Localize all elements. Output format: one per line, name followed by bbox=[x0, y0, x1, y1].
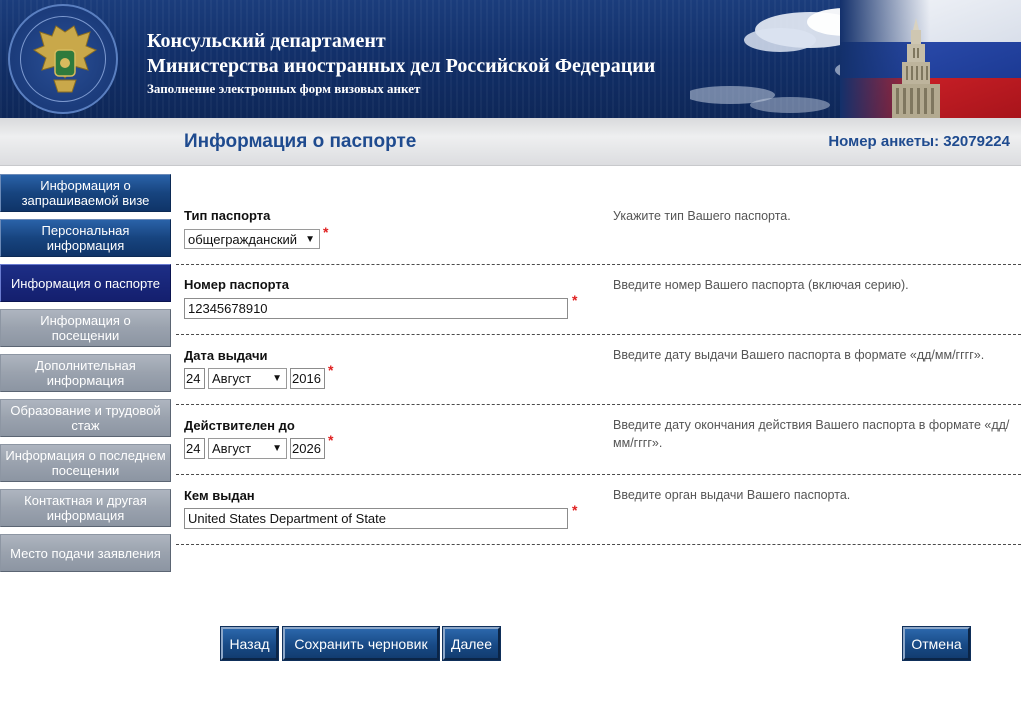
row-passport-number: Номер паспорта 12345678910 * Введите ном… bbox=[176, 265, 1021, 335]
row-expiry-date: Действителен до 24 Август ▼ 2026 * Введи… bbox=[176, 405, 1021, 475]
issue-day-input[interactable]: 24 bbox=[184, 368, 205, 389]
cancel-button[interactable]: Отмена bbox=[902, 626, 971, 661]
expiry-date-label: Действителен до bbox=[184, 418, 295, 433]
application-number: Номер анкеты: 32079224 bbox=[828, 133, 1010, 150]
sidebar-nav: Информация о запрашиваемой визе Персонал… bbox=[0, 174, 172, 579]
passport-type-value: общегражданский bbox=[188, 232, 298, 247]
sidebar-item-label: Информация о запрашиваемой визе bbox=[21, 178, 150, 208]
passport-number-hint: Введите номер Вашего паспорта (включая с… bbox=[613, 278, 909, 292]
sidebar-item-label: Образование и трудовой стаж bbox=[10, 403, 161, 433]
passport-number-label: Номер паспорта bbox=[184, 277, 290, 292]
sidebar-item-visit-info[interactable]: Информация о посещении bbox=[0, 309, 171, 347]
passport-type-hint: Укажите тип Вашего паспорта. bbox=[613, 209, 791, 223]
expiry-day-input[interactable]: 24 bbox=[184, 438, 205, 459]
issue-year-input[interactable]: 2016 bbox=[290, 368, 325, 389]
sidebar-item-label: Место подачи заявления bbox=[10, 545, 161, 561]
header-banner: Консульский департамент Министерства ино… bbox=[0, 0, 1021, 118]
header-title-line2: Министерства иностранных дел Российской … bbox=[147, 55, 656, 77]
page-title: Информация о паспорте bbox=[184, 131, 417, 152]
passport-number-input[interactable]: 12345678910 bbox=[184, 298, 568, 319]
issue-date-label: Дата выдачи bbox=[184, 348, 268, 363]
expiry-month-select[interactable]: Август ▼ bbox=[208, 438, 287, 459]
double-eagle-icon bbox=[32, 25, 98, 93]
required-mark: * bbox=[572, 292, 578, 308]
issue-month-value: Август bbox=[212, 371, 252, 386]
required-mark: * bbox=[572, 502, 578, 518]
page-title-bar: Информация о паспорте Номер анкеты: 3207… bbox=[0, 118, 1021, 166]
mfa-emblem-icon bbox=[8, 4, 118, 114]
issued-by-label: Кем выдан bbox=[184, 488, 255, 503]
required-mark: * bbox=[328, 362, 334, 378]
expiry-date-hint: Введите дату окончания действия Вашего п… bbox=[613, 418, 1010, 450]
row-passport-type: Тип паспорта общегражданский ▼ * Укажите… bbox=[176, 194, 1021, 265]
sidebar-item-label: Информация о посещении bbox=[40, 313, 131, 343]
sidebar-item-passport-info[interactable]: Информация о паспорте bbox=[0, 264, 171, 302]
chevron-down-icon: ▼ bbox=[272, 443, 282, 454]
sidebar-item-education-work[interactable]: Образование и трудовой стаж bbox=[0, 399, 171, 437]
ministry-building-icon bbox=[892, 18, 940, 118]
row-issued-by: Кем выдан United States Department of St… bbox=[176, 475, 1021, 545]
save-draft-button[interactable]: Сохранить черновик bbox=[282, 626, 440, 661]
chevron-down-icon: ▼ bbox=[272, 373, 282, 384]
issue-date-hint: Введите дату выдачи Вашего паспорта в фо… bbox=[613, 348, 985, 362]
sidebar-item-additional-info[interactable]: Дополнительная информация bbox=[0, 354, 171, 392]
sidebar-item-label: Дополнительная информация bbox=[35, 358, 136, 388]
passport-type-select[interactable]: общегражданский ▼ bbox=[184, 229, 320, 249]
sidebar-item-label: Информация о паспорте bbox=[10, 275, 161, 291]
sidebar-item-label: Персональная информация bbox=[41, 223, 130, 253]
issued-by-input[interactable]: United States Department of State bbox=[184, 508, 568, 529]
sidebar-item-contact-info[interactable]: Контактная и другая информация bbox=[0, 489, 171, 527]
sidebar-item-last-visit[interactable]: Информация о последнем посещении bbox=[0, 444, 171, 482]
issued-by-hint: Введите орган выдачи Вашего паспорта. bbox=[613, 488, 851, 502]
next-button[interactable]: Далее bbox=[442, 626, 501, 661]
issue-month-select[interactable]: Август ▼ bbox=[208, 368, 287, 389]
required-mark: * bbox=[323, 224, 329, 240]
sidebar-item-label: Информация о последнем посещении bbox=[5, 448, 166, 478]
sidebar-item-personal-info[interactable]: Персональная информация bbox=[0, 219, 171, 257]
passport-form: Тип паспорта общегражданский ▼ * Укажите… bbox=[176, 194, 1021, 545]
header-title-line1: Консульский департамент bbox=[147, 30, 386, 52]
required-mark: * bbox=[328, 432, 334, 448]
expiry-year-input[interactable]: 2026 bbox=[290, 438, 325, 459]
sidebar-item-visa-info[interactable]: Информация о запрашиваемой визе bbox=[0, 174, 171, 212]
chevron-down-icon: ▼ bbox=[305, 234, 315, 245]
sidebar-item-label: Контактная и другая информация bbox=[24, 493, 147, 523]
back-button[interactable]: Назад bbox=[220, 626, 279, 661]
header-subtitle: Заполнение электронных форм визовых анке… bbox=[147, 81, 421, 96]
sidebar-item-application-place[interactable]: Место подачи заявления bbox=[0, 534, 171, 572]
expiry-month-value: Август bbox=[212, 441, 252, 456]
row-issue-date: Дата выдачи 24 Август ▼ 2016 * Введите д… bbox=[176, 335, 1021, 405]
passport-type-label: Тип паспорта bbox=[184, 208, 271, 223]
